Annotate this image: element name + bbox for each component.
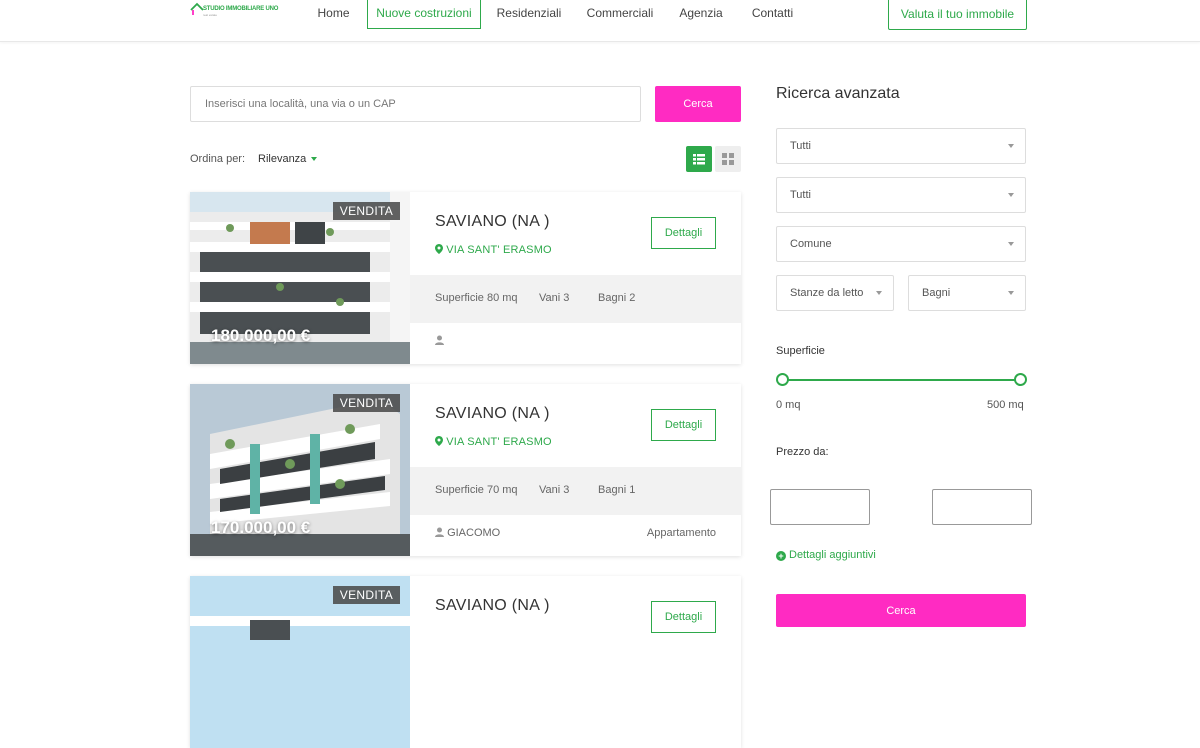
bedrooms-select[interactable]: Stanze da letto — [776, 275, 894, 311]
listing-surface: Superficie 70 mq — [435, 484, 518, 496]
category-select[interactable]: Tutti — [776, 177, 1026, 213]
sort-dropdown[interactable]: Rilevanza — [258, 153, 318, 165]
listing-agent-name: GIACOMO — [447, 527, 501, 539]
listing-price: 180.000,00 € — [211, 326, 311, 345]
comune-select[interactable]: Comune — [776, 226, 1026, 262]
details-button[interactable]: Dettagli — [651, 217, 716, 249]
price-max-input[interactable] — [932, 489, 1032, 525]
baths-select-value: Bagni — [922, 287, 951, 299]
top-navbar: STUDIO IMMOBILIARE UNO real estate Home … — [0, 0, 1200, 42]
contract-select[interactable]: Tutti — [776, 128, 1026, 164]
listing-agent — [435, 335, 444, 347]
chevron-down-icon — [1008, 144, 1014, 148]
map-pin-icon — [435, 436, 443, 446]
advanced-search-title: Ricerca avanzata — [776, 85, 900, 102]
additional-details-toggle[interactable]: + Dettagli aggiuntivi — [776, 549, 876, 561]
surface-slider-track[interactable] — [782, 379, 1021, 381]
logo-text: STUDIO IMMOBILIARE UNO — [203, 6, 279, 12]
caret-down-icon — [311, 157, 318, 162]
listing-address-text: VIA SANT' ERASMO — [446, 436, 552, 448]
surface-max-handle[interactable] — [1014, 373, 1027, 386]
listing-address: VIA SANT' ERASMO — [435, 436, 552, 448]
list-icon — [693, 154, 705, 165]
listing-title[interactable]: SAVIANO (NA ) — [435, 405, 550, 423]
site-logo[interactable]: STUDIO IMMOBILIARE UNO real estate — [190, 2, 280, 18]
advanced-search-button[interactable]: Cerca — [776, 594, 1026, 627]
listing-card[interactable]: VENDITA 170.000,00 € SAVIANO (NA ) VIA S… — [190, 384, 741, 556]
baths-select[interactable]: Bagni — [908, 275, 1026, 311]
comune-select-value: Comune — [790, 238, 832, 250]
listing-agent: GIACOMO — [435, 527, 500, 539]
nav-contatti[interactable]: Contatti — [745, 0, 800, 28]
chevron-down-icon — [1008, 291, 1014, 295]
user-icon — [435, 335, 444, 345]
listing-address: VIA SANT' ERASMO — [435, 244, 552, 256]
category-select-value: Tutti — [790, 189, 811, 201]
nav-home[interactable]: Home — [306, 0, 361, 28]
listing-surface: Superficie 80 mq — [435, 292, 518, 304]
listing-card[interactable]: VENDITA 180.000,00 € SAVIANO (NA ) VIA S… — [190, 192, 741, 364]
price-min-input[interactable] — [770, 489, 870, 525]
surface-min-value: 0 mq — [776, 399, 801, 411]
listing-baths: Bagni 1 — [598, 484, 636, 496]
sort-value: Rilevanza — [258, 153, 307, 165]
listing-address-text: VIA SANT' ERASMO — [446, 244, 552, 256]
chevron-down-icon — [876, 291, 882, 295]
listing-price: 170.000,00 € — [211, 518, 311, 537]
vendita-badge: VENDITA — [332, 586, 400, 604]
price-label: Prezzo da: — [776, 446, 829, 458]
chevron-down-icon — [1008, 242, 1014, 246]
vendita-badge: VENDITA — [332, 394, 400, 412]
vendita-badge: VENDITA — [332, 202, 400, 220]
list-view-toggle[interactable] — [686, 146, 712, 172]
details-button[interactable]: Dettagli — [651, 409, 716, 441]
listing-photo[interactable]: VENDITA 180.000,00 € — [190, 192, 410, 364]
listing-rooms: Vani 3 — [539, 292, 570, 304]
user-icon — [435, 527, 444, 537]
additional-details-label: Dettagli aggiuntivi — [789, 549, 876, 561]
bedrooms-select-value: Stanze da letto — [790, 287, 864, 299]
nav-commerciali[interactable]: Commerciali — [580, 0, 660, 28]
listing-title[interactable]: SAVIANO (NA ) — [435, 213, 550, 231]
listing-baths: Bagni 2 — [598, 292, 636, 304]
nav-nuove-costruzioni[interactable]: Nuove costruzioni — [367, 0, 481, 29]
chevron-down-icon — [1008, 193, 1014, 197]
surface-label: Superficie — [776, 345, 825, 357]
sort-label: Ordina per: — [190, 153, 246, 165]
surface-max-value: 500 mq — [987, 399, 1024, 411]
nav-residenziali[interactable]: Residenziali — [491, 0, 567, 28]
map-pin-icon — [435, 244, 443, 254]
nav-agenzia[interactable]: Agenzia — [675, 0, 727, 28]
search-button[interactable]: Cerca — [655, 86, 741, 122]
listing-photo[interactable]: VENDITA — [190, 576, 410, 748]
listing-stats: Superficie 70 mq Vani 3 Bagni 1 — [410, 467, 741, 515]
details-button[interactable]: Dettagli — [651, 601, 716, 633]
plus-circle-icon: + — [776, 551, 786, 561]
surface-min-handle[interactable] — [776, 373, 789, 386]
grid-icon — [722, 153, 734, 165]
house-roof-icon — [190, 2, 204, 15]
listing-type: Appartamento — [646, 527, 716, 539]
listing-title[interactable]: SAVIANO (NA ) — [435, 597, 550, 615]
logo-subtext: real estate — [203, 13, 218, 17]
listing-card[interactable]: VENDITA SAVIANO (NA ) Dettagli — [190, 576, 741, 748]
listing-photo[interactable]: VENDITA 170.000,00 € — [190, 384, 410, 556]
valuta-immobile-button[interactable]: Valuta il tuo immobile — [888, 0, 1027, 30]
contract-select-value: Tutti — [790, 140, 811, 152]
grid-view-toggle[interactable] — [715, 146, 741, 172]
listing-stats: Superficie 80 mq Vani 3 Bagni 2 — [410, 275, 741, 323]
location-search-input[interactable] — [190, 86, 641, 122]
listing-rooms: Vani 3 — [539, 484, 570, 496]
